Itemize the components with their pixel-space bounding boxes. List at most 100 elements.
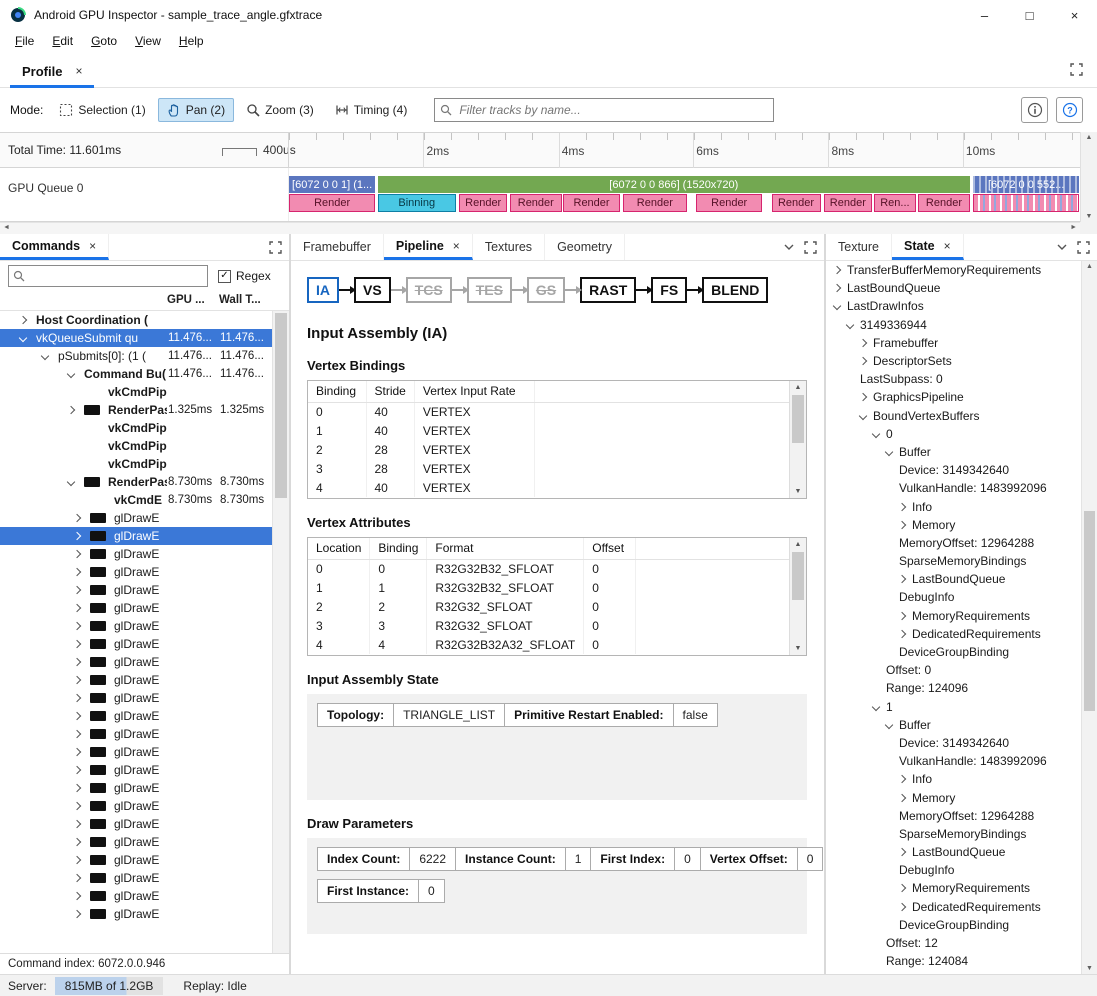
state-tree-row[interactable]: DescriptorSets bbox=[826, 352, 1081, 370]
command-row[interactable]: glDrawE bbox=[0, 869, 272, 887]
state-tree-row[interactable]: Buffer bbox=[826, 443, 1081, 461]
chevron-right-icon[interactable] bbox=[73, 748, 81, 756]
state-tree-row[interactable]: VulkanHandle: 1483992096 bbox=[826, 479, 1081, 497]
command-row[interactable]: pSubmits[0]: (1 (11.476...11.476... bbox=[0, 347, 272, 365]
command-row[interactable]: glDrawE bbox=[0, 599, 272, 617]
chevron-down-icon[interactable] bbox=[784, 244, 794, 250]
pipeline-tab-framebuffer[interactable]: Framebuffer bbox=[291, 234, 384, 260]
command-row[interactable]: glDrawE bbox=[0, 527, 272, 545]
chevron-down-icon[interactable] bbox=[67, 478, 75, 486]
chevron-down-icon[interactable] bbox=[885, 721, 893, 729]
command-row[interactable]: glDrawE bbox=[0, 725, 272, 743]
menu-file[interactable]: File bbox=[6, 31, 43, 51]
mode-pan-button[interactable]: Pan (2) bbox=[158, 98, 234, 122]
stage-gs[interactable]: GS bbox=[527, 277, 565, 303]
scroll-down-icon[interactable]: ▼ bbox=[790, 488, 806, 495]
chevron-right-icon[interactable] bbox=[898, 775, 906, 783]
close-icon[interactable]: × bbox=[89, 239, 96, 253]
chevron-right-icon[interactable] bbox=[73, 694, 81, 702]
chevron-right-icon[interactable] bbox=[73, 856, 81, 864]
chevron-right-icon[interactable] bbox=[73, 838, 81, 846]
chevron-right-icon[interactable] bbox=[67, 406, 75, 414]
scroll-up-icon[interactable]: ▲ bbox=[1081, 134, 1097, 141]
chevron-down-icon[interactable] bbox=[885, 448, 893, 456]
commands-scrollbar[interactable] bbox=[272, 311, 289, 953]
command-row[interactable]: vkCmdPipe bbox=[0, 383, 272, 401]
menu-goto[interactable]: Goto bbox=[82, 31, 126, 51]
chevron-right-icon[interactable] bbox=[73, 640, 81, 648]
timeline-slice[interactable]: Render bbox=[289, 194, 375, 212]
command-row[interactable]: glDrawE bbox=[0, 851, 272, 869]
state-tree-row[interactable]: Buffer bbox=[826, 716, 1081, 734]
state-tree-row[interactable]: DebugInfo bbox=[826, 861, 1081, 879]
command-row[interactable]: glDrawE bbox=[0, 653, 272, 671]
timeline-slice[interactable]: Binning bbox=[378, 194, 456, 212]
gpu-column-header[interactable]: GPU ... bbox=[167, 294, 217, 306]
chevron-right-icon[interactable] bbox=[898, 575, 906, 583]
chevron-right-icon[interactable] bbox=[898, 793, 906, 801]
command-row[interactable]: Host Coordination ( bbox=[0, 311, 272, 329]
state-tree-row[interactable]: DeviceGroupBinding bbox=[826, 916, 1081, 934]
timeline-slice[interactable]: Render bbox=[563, 194, 619, 212]
scrollbar-thumb[interactable] bbox=[1084, 511, 1095, 711]
state-tree-row[interactable]: Info bbox=[826, 770, 1081, 788]
wall-column-header[interactable]: Wall T... bbox=[219, 294, 271, 306]
table-row[interactable]: 228VERTEX bbox=[308, 440, 789, 459]
mode-timing-button[interactable]: Timing (4) bbox=[326, 98, 417, 122]
chevron-right-icon[interactable] bbox=[859, 339, 867, 347]
state-tree-row[interactable]: Memory bbox=[826, 516, 1081, 534]
state-tree-row[interactable]: SparseMemoryBindings bbox=[826, 825, 1081, 843]
fullscreen-icon[interactable] bbox=[269, 241, 282, 254]
command-row[interactable]: glDrawE bbox=[0, 563, 272, 581]
chevron-down-icon[interactable] bbox=[872, 430, 880, 438]
chevron-right-icon[interactable] bbox=[73, 784, 81, 792]
chevron-right-icon[interactable] bbox=[859, 357, 867, 365]
state-tree-row[interactable]: VulkanHandle: 1483992096 bbox=[826, 752, 1081, 770]
menu-help[interactable]: Help bbox=[170, 31, 213, 51]
timeline-vertical-scrollbar[interactable]: ▲ ▼ bbox=[1080, 132, 1097, 222]
command-row[interactable]: glDrawE bbox=[0, 905, 272, 923]
state-tree-row[interactable]: LastBoundQueue bbox=[826, 570, 1081, 588]
stage-tes[interactable]: TES bbox=[467, 277, 512, 303]
timeline-slice[interactable]: Render bbox=[510, 194, 562, 212]
scroll-down-icon[interactable]: ▼ bbox=[790, 645, 806, 652]
state-tree-row[interactable]: Framebuffer bbox=[826, 334, 1081, 352]
state-tree-row[interactable]: MemoryOffset: 12964288 bbox=[826, 807, 1081, 825]
command-row[interactable]: vkCmdPipe bbox=[0, 437, 272, 455]
minimize-button[interactable]: – bbox=[962, 0, 1007, 30]
state-tree-row[interactable]: LastDrawInfos bbox=[826, 297, 1081, 315]
timeline-slice[interactable]: Ren... bbox=[874, 194, 917, 212]
chevron-right-icon[interactable] bbox=[73, 802, 81, 810]
scrollbar-thumb[interactable] bbox=[792, 552, 804, 600]
state-tree-row[interactable]: DedicatedRequirements bbox=[826, 898, 1081, 916]
fullscreen-icon[interactable] bbox=[1077, 241, 1090, 254]
timeline-slice[interactable]: Render bbox=[459, 194, 507, 212]
state-tree-row[interactable]: LastSubpass: 0 bbox=[826, 370, 1081, 388]
command-row[interactable]: glDrawE bbox=[0, 671, 272, 689]
chevron-right-icon[interactable] bbox=[73, 676, 81, 684]
table-row[interactable]: 440VERTEX bbox=[308, 478, 789, 497]
table-row[interactable]: 040VERTEX bbox=[308, 402, 789, 421]
chevron-right-icon[interactable] bbox=[859, 393, 867, 401]
chevron-right-icon[interactable] bbox=[73, 766, 81, 774]
chevron-right-icon[interactable] bbox=[19, 316, 27, 324]
scrollbar-thumb[interactable] bbox=[792, 395, 804, 443]
menu-edit[interactable]: Edit bbox=[43, 31, 82, 51]
mode-selection-button[interactable]: Selection (1) bbox=[50, 98, 154, 122]
state-tree-row[interactable]: 1 bbox=[826, 698, 1081, 716]
scroll-up-icon[interactable]: ▲ bbox=[790, 541, 806, 548]
scroll-up-icon[interactable]: ▲ bbox=[1082, 263, 1097, 270]
scroll-up-icon[interactable]: ▲ bbox=[790, 384, 806, 391]
close-icon[interactable]: × bbox=[75, 64, 82, 78]
commands-search-input[interactable] bbox=[8, 265, 208, 287]
table-row[interactable]: 22R32G32_SFLOAT0 bbox=[308, 597, 789, 616]
chevron-right-icon[interactable] bbox=[73, 892, 81, 900]
command-row[interactable]: vkCmdPipe bbox=[0, 455, 272, 473]
chevron-right-icon[interactable] bbox=[73, 568, 81, 576]
commands-tab-commands[interactable]: Commands× bbox=[0, 234, 109, 260]
state-tree-row[interactable]: Device: 3149342640 bbox=[826, 734, 1081, 752]
chevron-right-icon[interactable] bbox=[898, 902, 906, 910]
state-tree-row[interactable]: Offset: 12 bbox=[826, 934, 1081, 952]
mode-zoom-button[interactable]: Zoom (3) bbox=[237, 98, 323, 122]
timeline-slice[interactable]: Render bbox=[772, 194, 821, 212]
